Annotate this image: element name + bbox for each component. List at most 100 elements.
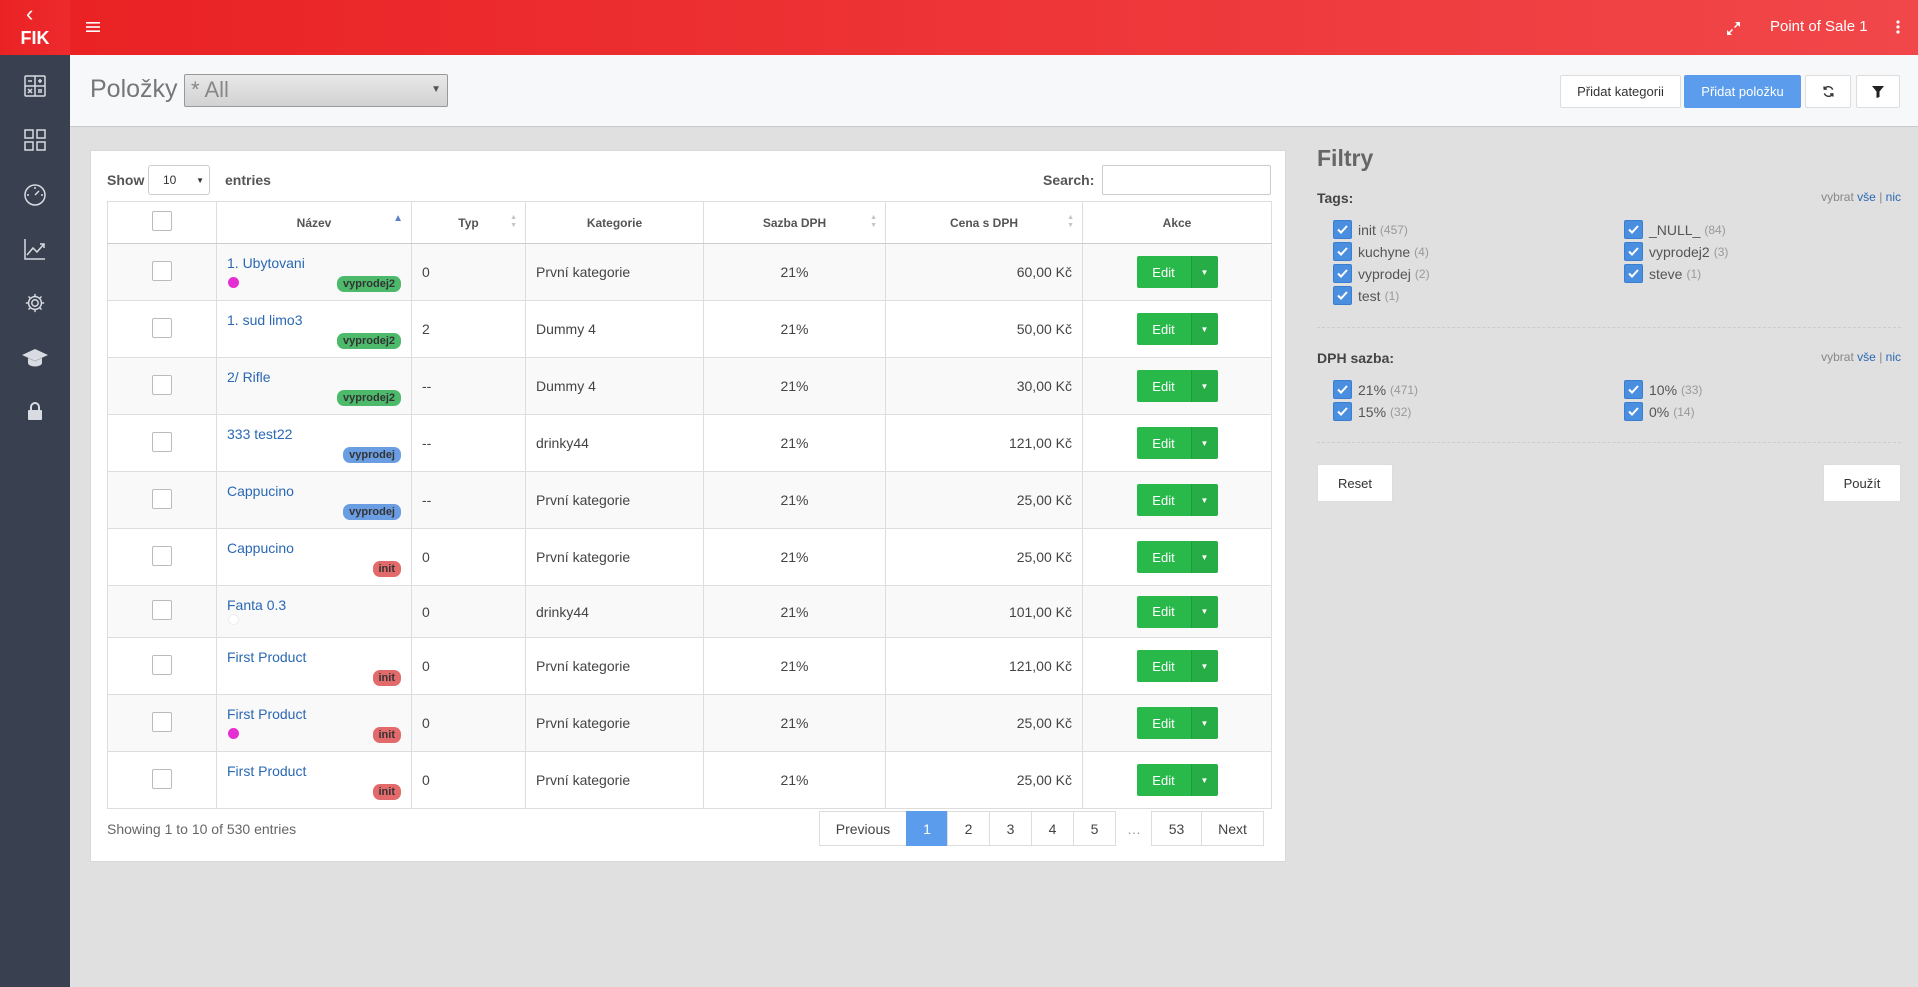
checkbox-checked[interactable]	[1333, 380, 1352, 399]
product-name-link[interactable]: 333 test22	[227, 426, 292, 442]
tags-select-all-link[interactable]: vše	[1857, 190, 1876, 204]
column-header-name[interactable]: Název ▲	[216, 201, 412, 244]
checkbox-checked[interactable]	[1624, 402, 1643, 421]
checkbox-checked[interactable]	[1624, 242, 1643, 261]
pagination-page-5[interactable]: 5	[1073, 811, 1116, 846]
edit-dropdown-toggle[interactable]: ▼	[1190, 707, 1218, 739]
column-header-vat[interactable]: Sazba DPH ▲ ▼	[703, 201, 886, 244]
calculator-icon[interactable]	[19, 70, 51, 102]
column-header-price[interactable]: Cena s DPH ▲ ▼	[885, 201, 1083, 244]
product-name-link[interactable]: First Product	[227, 706, 306, 722]
edit-button[interactable]: Edit	[1136, 256, 1191, 288]
pagination-page-last[interactable]: 53	[1151, 811, 1202, 846]
checkbox-checked[interactable]	[1624, 380, 1643, 399]
edit-button[interactable]: Edit	[1136, 764, 1191, 796]
category-select[interactable]: * All ▼	[184, 74, 448, 107]
apply-button[interactable]: Použít	[1823, 464, 1901, 502]
row-checkbox[interactable]	[152, 545, 172, 566]
product-name-link[interactable]: 1. sud limo3	[227, 312, 302, 328]
checkbox-checked[interactable]	[1624, 220, 1643, 239]
point-of-sale-name[interactable]: Point of Sale 1	[1770, 18, 1868, 35]
vat-select-none-link[interactable]: nic	[1886, 350, 1901, 364]
row-checkbox[interactable]	[152, 260, 172, 281]
edit-button[interactable]: Edit	[1136, 707, 1191, 739]
edit-button[interactable]: Edit	[1136, 484, 1191, 516]
vat-select-all-link[interactable]: vše	[1857, 350, 1876, 364]
search-input[interactable]	[1102, 165, 1271, 195]
chart-line-icon[interactable]	[19, 233, 51, 265]
refresh-button[interactable]	[1805, 75, 1851, 108]
edit-dropdown-toggle[interactable]: ▼	[1190, 595, 1218, 628]
edit-dropdown-toggle[interactable]: ▼	[1190, 370, 1218, 402]
dashboard-grid-icon[interactable]	[19, 124, 51, 156]
kebab-menu-icon[interactable]	[1888, 16, 1908, 38]
pagination-page-1[interactable]: 1	[906, 811, 948, 846]
edit-dropdown-toggle[interactable]: ▼	[1190, 256, 1218, 288]
row-checkbox[interactable]	[152, 374, 172, 395]
tag-filter-option[interactable]: steve (1)	[1624, 264, 1701, 283]
pagination-page-4[interactable]: 4	[1031, 811, 1074, 846]
logo[interactable]: ‹ FIK	[0, 0, 70, 55]
edit-dropdown-toggle[interactable]: ▼	[1190, 541, 1218, 573]
graduation-cap-icon[interactable]	[19, 342, 51, 374]
checkbox-checked[interactable]	[1333, 220, 1352, 239]
row-checkbox[interactable]	[152, 600, 172, 620]
edit-dropdown-toggle[interactable]: ▼	[1190, 427, 1218, 459]
add-category-button[interactable]: Přidat kategorii	[1560, 75, 1681, 108]
pagination-next[interactable]: Next	[1201, 811, 1264, 846]
edit-button[interactable]: Edit	[1136, 541, 1191, 573]
edit-dropdown-toggle[interactable]: ▼	[1190, 764, 1218, 796]
tag-filter-option[interactable]: test (1)	[1333, 286, 1399, 305]
edit-dropdown-toggle[interactable]: ▼	[1190, 650, 1218, 682]
pagination-previous[interactable]: Previous	[819, 811, 907, 846]
lock-icon[interactable]	[19, 395, 51, 427]
fullscreen-expand-icon[interactable]	[1722, 17, 1744, 39]
tags-select-none-link[interactable]: nic	[1886, 190, 1901, 204]
speedometer-icon[interactable]	[19, 179, 51, 211]
product-name-link[interactable]: First Product	[227, 649, 306, 665]
checkbox-checked[interactable]	[1333, 242, 1352, 261]
product-name-link[interactable]: First Product	[227, 763, 306, 779]
product-name-link[interactable]: Cappucino	[227, 483, 294, 499]
edit-button[interactable]: Edit	[1136, 427, 1191, 459]
edit-button[interactable]: Edit	[1136, 370, 1191, 402]
column-header-type[interactable]: Typ ▲ ▼	[411, 201, 526, 244]
reset-button[interactable]: Reset	[1317, 464, 1393, 502]
row-checkbox[interactable]	[152, 488, 172, 509]
product-name-link[interactable]: Cappucino	[227, 540, 294, 556]
row-checkbox[interactable]	[152, 711, 172, 732]
checkbox-checked[interactable]	[1624, 264, 1643, 283]
checkbox-checked[interactable]	[1333, 286, 1352, 305]
edit-button[interactable]: Edit	[1136, 595, 1191, 628]
select-all-checkbox[interactable]	[152, 211, 172, 231]
tag-filter-option[interactable]: _NULL_ (84)	[1624, 220, 1726, 239]
tag-filter-option[interactable]: init (457)	[1333, 220, 1408, 239]
pagination-page-2[interactable]: 2	[947, 811, 990, 846]
edit-dropdown-toggle[interactable]: ▼	[1190, 313, 1218, 345]
vat-filter-option[interactable]: 0% (14)	[1624, 402, 1695, 421]
checkbox-checked[interactable]	[1333, 402, 1352, 421]
back-icon[interactable]: ‹	[26, 3, 33, 25]
product-name-link[interactable]: 2/ Rifle	[227, 369, 271, 385]
tag-filter-option[interactable]: kuchyne (4)	[1333, 242, 1429, 261]
product-name-link[interactable]: 1. Ubytovani	[227, 255, 305, 271]
filter-button[interactable]	[1856, 75, 1900, 108]
add-item-button[interactable]: Přidat položku	[1684, 75, 1801, 108]
edit-dropdown-toggle[interactable]: ▼	[1190, 484, 1218, 516]
product-name-link[interactable]: Fanta 0.3	[227, 597, 286, 613]
hamburger-menu-icon[interactable]	[82, 16, 104, 38]
vat-filter-option[interactable]: 10% (33)	[1624, 380, 1702, 399]
edit-button[interactable]: Edit	[1136, 650, 1191, 682]
gear-icon[interactable]	[19, 287, 51, 319]
tag-filter-option[interactable]: vyprodej2 (3)	[1624, 242, 1728, 261]
row-checkbox[interactable]	[152, 768, 172, 789]
tag-filter-option[interactable]: vyprodej (2)	[1333, 264, 1430, 283]
row-checkbox[interactable]	[152, 431, 172, 452]
vat-filter-option[interactable]: 21% (471)	[1333, 380, 1418, 399]
row-checkbox[interactable]	[152, 317, 172, 338]
row-checkbox[interactable]	[152, 654, 172, 675]
checkbox-checked[interactable]	[1333, 264, 1352, 283]
pagination-page-3[interactable]: 3	[989, 811, 1032, 846]
page-length-select[interactable]: 10 ▼	[148, 165, 210, 195]
edit-button[interactable]: Edit	[1136, 313, 1191, 345]
